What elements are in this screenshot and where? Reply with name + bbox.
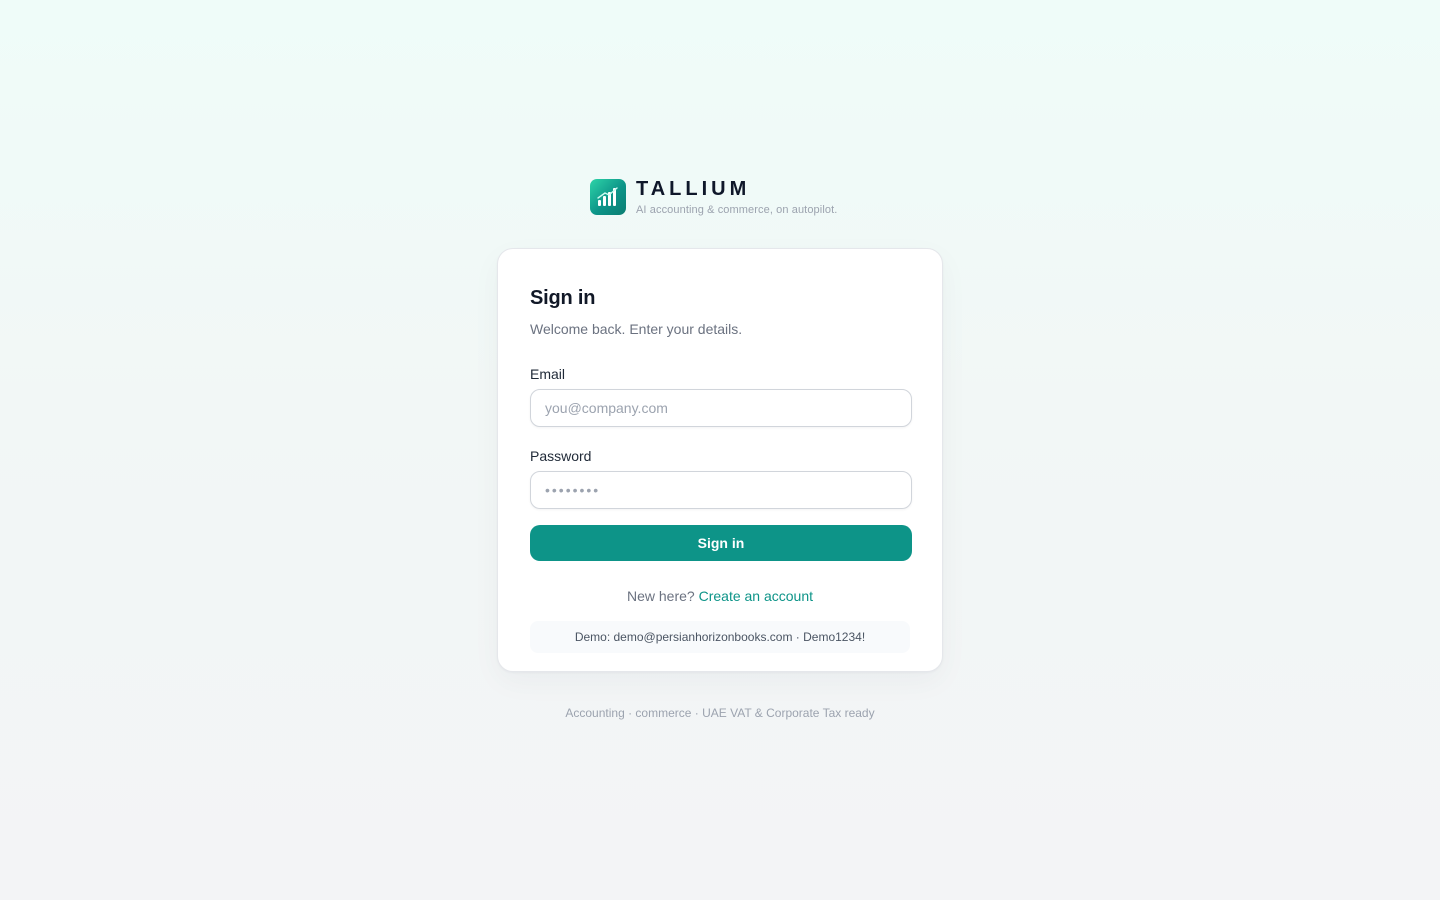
create-account-link[interactable]: Create an account [699, 588, 813, 604]
brand-name: TALLIUM [636, 178, 751, 200]
card-title: Sign in [530, 287, 596, 309]
demo-credentials: Demo: demo@persianhorizonbooks.com · Dem… [530, 621, 910, 653]
footer-note: Accounting · commerce · UAE VAT & Corpor… [565, 706, 875, 720]
sign-in-card: Sign in Welcome back. Enter your details… [497, 248, 943, 672]
bar-chart-growth-icon [590, 179, 626, 215]
sign-in-button[interactable]: Sign in [530, 525, 912, 561]
signup-prompt-text: New here? [627, 588, 695, 604]
brand-text: TALLIUM AI accounting & commerce, on aut… [636, 179, 837, 217]
brand-tagline: AI accounting & commerce, on autopilot. [636, 204, 838, 216]
email-label: Email [530, 366, 566, 382]
brand-header: TALLIUM AI accounting & commerce, on aut… [590, 179, 837, 217]
signup-prompt: New here? Create an account [530, 587, 910, 605]
email-field[interactable] [530, 389, 912, 427]
password-field[interactable] [530, 471, 912, 509]
card-subtitle: Welcome back. Enter your details. [530, 321, 743, 337]
password-label: Password [530, 448, 592, 464]
